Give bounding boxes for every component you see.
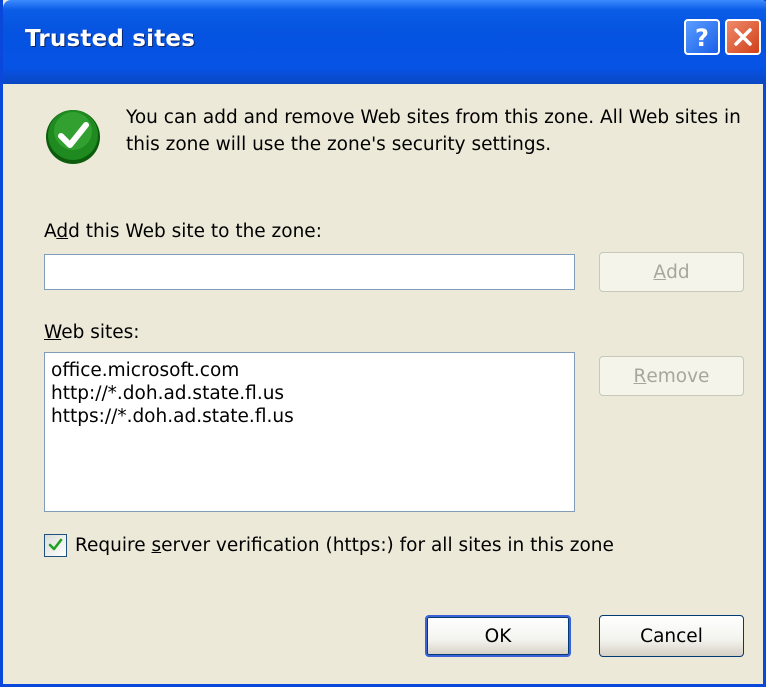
title-bar[interactable]: Trusted sites ? xyxy=(3,0,766,84)
remove-button[interactable]: Remove xyxy=(599,356,744,396)
checkmark-icon xyxy=(48,538,63,551)
ok-button[interactable]: OK xyxy=(425,615,571,657)
add-site-input[interactable] xyxy=(44,254,575,290)
add-site-label: Add this Web site to the zone: xyxy=(44,221,322,242)
add-button[interactable]: Add xyxy=(599,252,744,292)
close-button[interactable] xyxy=(725,19,761,55)
trusted-sites-dialog: Trusted sites ? You can add and remove W… xyxy=(0,0,766,687)
info-text: You can add and remove Web sites from th… xyxy=(126,107,741,155)
web-sites-label: Web sites: xyxy=(44,322,140,343)
require-verification-checkbox[interactable] xyxy=(44,534,67,557)
web-sites-list[interactable]: office.microsoft.com http://*.doh.ad.sta… xyxy=(44,352,575,512)
require-verification-label[interactable]: Require server verification (https:) for… xyxy=(75,535,614,556)
help-button[interactable]: ? xyxy=(684,19,720,55)
window-title: Trusted sites xyxy=(25,26,196,52)
list-item[interactable]: https://*.doh.ad.state.fl.us xyxy=(51,405,568,428)
list-item[interactable]: http://*.doh.ad.state.fl.us xyxy=(51,382,568,405)
help-icon: ? xyxy=(695,24,709,50)
list-item[interactable]: office.microsoft.com xyxy=(51,359,568,382)
green-check-icon xyxy=(46,110,100,164)
close-icon xyxy=(734,28,752,46)
svg-text:?: ? xyxy=(695,24,709,50)
cancel-button[interactable]: Cancel xyxy=(599,615,744,657)
